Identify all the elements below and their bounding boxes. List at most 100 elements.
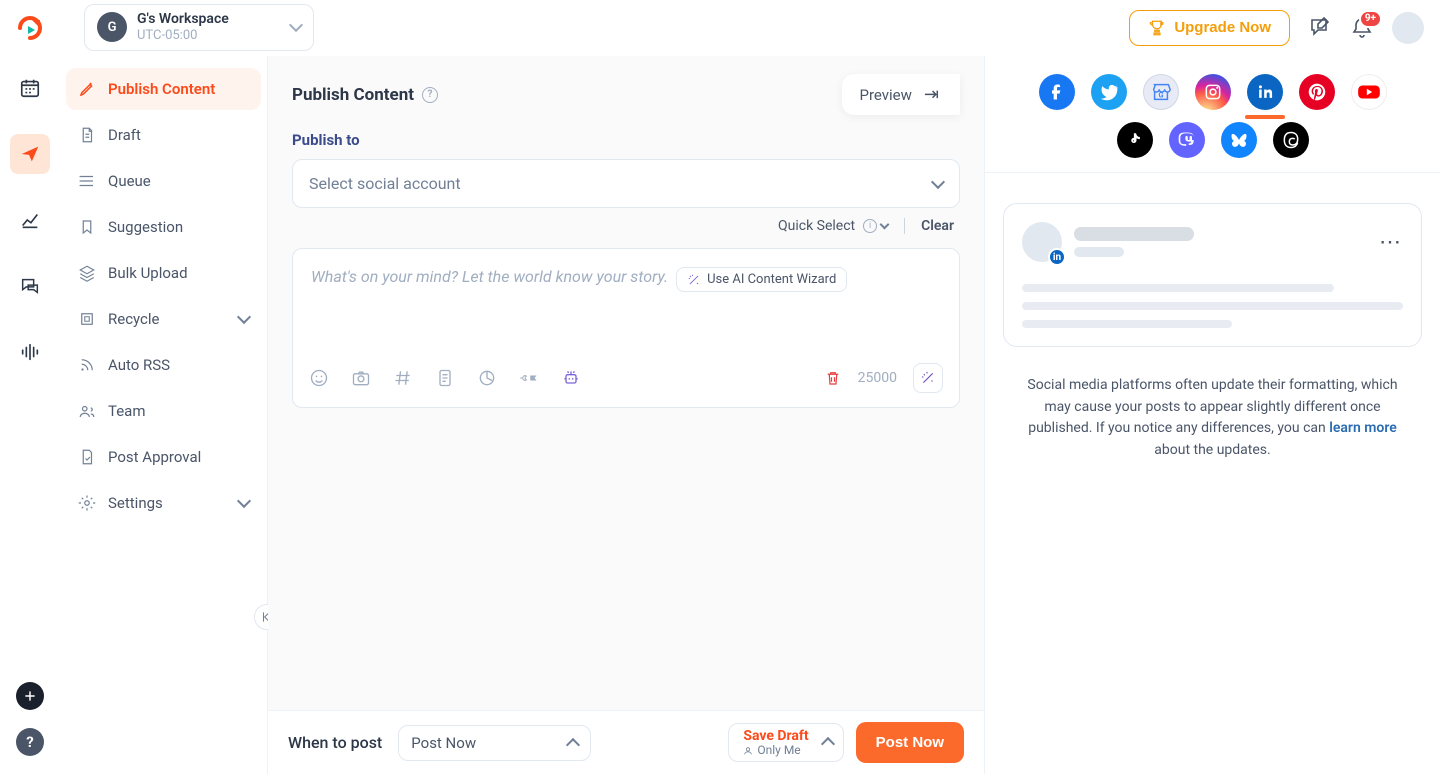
- quick-select-button[interactable]: Quick Select i: [778, 218, 888, 234]
- calendar-icon: [19, 77, 41, 99]
- sound-wave-icon: [19, 341, 41, 363]
- save-draft-label: Save Draft: [743, 728, 808, 744]
- hashtag-icon: [393, 368, 413, 388]
- camera-tool[interactable]: [351, 368, 371, 388]
- post-now-button[interactable]: Post Now: [856, 722, 964, 763]
- sidebar-item-queue[interactable]: Queue: [66, 160, 261, 202]
- sidebar-item-suggestion[interactable]: Suggestion: [66, 206, 261, 248]
- clear-button[interactable]: Clear: [921, 218, 954, 234]
- rail-help-button[interactable]: ?: [16, 728, 44, 756]
- sidebar-item-label: Suggestion: [108, 218, 183, 236]
- rail-calendar[interactable]: [10, 68, 50, 108]
- when-to-post-select[interactable]: Post Now: [398, 725, 591, 761]
- queue-icon: [78, 172, 96, 190]
- platform-threads[interactable]: [1273, 122, 1309, 158]
- rail-add-button[interactable]: [16, 682, 44, 710]
- help-icon[interactable]: ?: [422, 87, 438, 103]
- composer-input[interactable]: What's on your mind? Let the world know …: [311, 267, 668, 286]
- rss-icon: [78, 356, 96, 374]
- rail-analytics[interactable]: [10, 200, 50, 240]
- linkedin-badge-icon: in: [1048, 248, 1066, 266]
- chevron-down-icon: [237, 494, 251, 508]
- layers-icon: [78, 264, 96, 282]
- pencil-icon: [78, 80, 96, 98]
- platform-youtube[interactable]: [1351, 74, 1387, 110]
- plus-icon: [23, 689, 37, 703]
- sidebar-item-recycle[interactable]: Recycle: [66, 298, 261, 340]
- twitter-icon: [1099, 82, 1119, 102]
- platform-google-business[interactable]: G: [1143, 74, 1179, 110]
- sidebar-item-label: Post Approval: [108, 448, 201, 466]
- pinterest-icon: [1307, 82, 1327, 102]
- sidebar-item-draft[interactable]: Draft: [66, 114, 261, 156]
- template-tool[interactable]: [435, 368, 455, 388]
- trophy-icon: [1148, 19, 1166, 37]
- select-placeholder: Select social account: [309, 174, 461, 193]
- sidebar-item-settings[interactable]: Settings: [66, 482, 261, 524]
- approval-icon: [78, 448, 96, 466]
- rail-publish[interactable]: [10, 134, 50, 174]
- workspace-picker[interactable]: G G's Workspace UTC-05:00: [84, 4, 314, 50]
- preview-author-placeholder: [1074, 227, 1194, 257]
- save-draft-button[interactable]: Save Draft Only Me: [728, 723, 843, 763]
- preview-more-icon[interactable]: ⋯: [1379, 230, 1403, 255]
- workspace-timezone: UTC-05:00: [137, 28, 229, 44]
- sidebar-item-post-approval[interactable]: Post Approval: [66, 436, 261, 478]
- delete-tool[interactable]: [824, 369, 842, 387]
- tiktok-icon: [1126, 131, 1144, 149]
- social-account-select[interactable]: Select social account: [292, 159, 960, 208]
- emoji-icon: [309, 368, 329, 388]
- rail-listening[interactable]: [10, 332, 50, 372]
- chevron-up-icon: [821, 737, 835, 751]
- platform-pinterest[interactable]: [1299, 74, 1335, 110]
- sidebar-item-auto-rss[interactable]: Auto RSS: [66, 344, 261, 386]
- integration-tool[interactable]: [519, 368, 539, 388]
- platform-facebook[interactable]: [1039, 74, 1075, 110]
- hashtag-tool[interactable]: [393, 368, 413, 388]
- notification-badge: 9+: [1359, 10, 1382, 28]
- sidebar-item-bulk-upload[interactable]: Bulk Upload: [66, 252, 261, 294]
- user-avatar[interactable]: [1392, 12, 1424, 44]
- page-title: Publish Content: [292, 85, 414, 105]
- learn-more-link[interactable]: learn more: [1329, 420, 1397, 436]
- wand-icon: [687, 273, 701, 287]
- notifications-icon[interactable]: 9+: [1350, 16, 1374, 40]
- upgrade-label: Upgrade Now: [1174, 19, 1271, 36]
- platform-twitter[interactable]: [1091, 74, 1127, 110]
- save-draft-visibility: Only Me: [743, 744, 808, 758]
- document-icon: [78, 126, 96, 144]
- platform-tiktok[interactable]: [1117, 122, 1153, 158]
- preview-toggle[interactable]: Preview ⇥: [842, 74, 961, 115]
- preview-avatar: in: [1022, 222, 1062, 262]
- pie-icon: [477, 368, 497, 388]
- chevron-down-icon: [289, 18, 303, 32]
- chevron-down-icon: [880, 219, 890, 229]
- sidebar-item-team[interactable]: Team: [66, 390, 261, 432]
- quick-select-label: Quick Select: [778, 218, 855, 234]
- enhance-button[interactable]: [913, 363, 943, 393]
- platform-instagram[interactable]: [1195, 74, 1231, 110]
- upgrade-button[interactable]: Upgrade Now: [1129, 10, 1290, 46]
- ai-content-wizard-button[interactable]: Use AI Content Wizard: [676, 267, 847, 292]
- chevron-up-icon: [566, 737, 580, 751]
- youtube-icon: [1356, 79, 1382, 105]
- platform-linkedin[interactable]: [1247, 74, 1283, 110]
- svg-text:G: G: [1158, 91, 1163, 100]
- schedule-tool[interactable]: [477, 368, 497, 388]
- rail-engage[interactable]: [10, 266, 50, 306]
- publish-to-label: Publish to: [292, 131, 960, 149]
- arrow-right-icon: ⇥: [924, 84, 939, 105]
- platform-bluesky[interactable]: [1221, 122, 1257, 158]
- platform-mastodon[interactable]: [1169, 122, 1205, 158]
- mastodon-icon: [1177, 130, 1197, 150]
- ai-tool[interactable]: [561, 368, 581, 388]
- magic-wand-icon: [920, 370, 936, 386]
- sidebar-item-label: Draft: [108, 126, 141, 144]
- feedback-icon[interactable]: [1308, 16, 1332, 40]
- app-logo[interactable]: [0, 14, 60, 42]
- sidebar-item-label: Queue: [108, 172, 151, 190]
- emoji-tool[interactable]: [309, 368, 329, 388]
- preview-disclaimer: Social media platforms often update thei…: [1003, 375, 1422, 462]
- sidebar-item-publish[interactable]: Publish Content: [66, 68, 261, 110]
- facebook-icon: [1047, 82, 1067, 102]
